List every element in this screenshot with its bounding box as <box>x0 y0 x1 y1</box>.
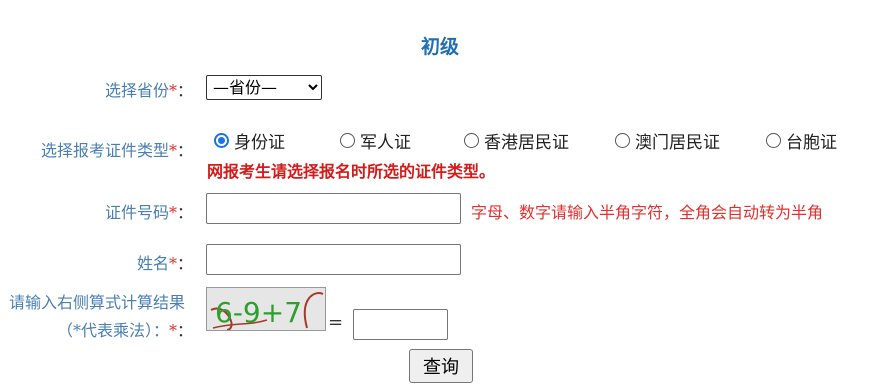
query-button[interactable]: 查询 <box>409 349 473 383</box>
label-colon: ： <box>176 141 193 160</box>
id-type-label-text: 选择报考证件类型 <box>40 141 169 160</box>
captcha-graphic: 6-9+7 <box>210 292 324 331</box>
captcha-label-line2: （*代表乘法）：*： <box>57 317 193 341</box>
radio-circle[interactable] <box>340 133 355 148</box>
label-colon: ： <box>176 321 193 340</box>
required-mark: * <box>168 203 177 222</box>
captcha-image[interactable]: 6-9+7 <box>206 287 326 331</box>
label-colon: ： <box>176 203 193 222</box>
radio-hongkong-id[interactable]: 香港居民证 <box>464 128 569 153</box>
radio-label: 军人证 <box>360 133 411 153</box>
radio-taiwan-id[interactable]: 台胞证 <box>766 128 837 153</box>
id-number-hint: 字母、数字请输入半角字符，全角会自动转为半角 <box>471 203 824 222</box>
radio-circle-checked[interactable] <box>214 133 229 148</box>
required-mark: * <box>168 81 177 100</box>
label-colon: ： <box>176 254 193 273</box>
name-label: 姓名*： <box>137 250 193 274</box>
radio-circle[interactable] <box>464 133 479 148</box>
radio-label: 香港居民证 <box>484 133 569 153</box>
radio-circle[interactable] <box>615 133 630 148</box>
equals-sign: = <box>328 312 344 333</box>
id-number-label: 证件号码*： <box>105 199 193 223</box>
radio-military-id[interactable]: 军人证 <box>340 128 411 153</box>
captcha-label-line2-text: （*代表乘法）： <box>56 321 169 340</box>
id-type-label: 选择报考证件类型*： <box>41 137 193 161</box>
required-mark: * <box>168 254 177 273</box>
page-title: 初级 <box>420 36 459 58</box>
id-number-input[interactable] <box>206 193 461 224</box>
required-mark: * <box>168 141 177 160</box>
required-mark: * <box>168 321 177 340</box>
radio-label: 澳门居民证 <box>635 133 720 153</box>
id-type-warning: 网报考生请选择报名时所选的证件类型。 <box>207 162 496 181</box>
captcha-text: 6-9+7 <box>215 296 302 329</box>
radio-circle[interactable] <box>766 133 781 148</box>
name-input[interactable] <box>206 244 461 275</box>
province-select[interactable]: —省份— <box>206 75 322 100</box>
id-number-label-text: 证件号码 <box>104 203 169 222</box>
label-colon: ： <box>176 81 193 100</box>
name-label-text: 姓名 <box>136 254 169 273</box>
radio-label: 身份证 <box>234 133 285 153</box>
province-label-text: 选择省份 <box>104 81 169 100</box>
radio-macau-id[interactable]: 澳门居民证 <box>615 128 720 153</box>
province-label: 选择省份*： <box>105 77 193 101</box>
captcha-label-line1: 请输入右侧算式计算结果 <box>9 293 186 312</box>
radio-label: 台胞证 <box>786 133 837 153</box>
radio-id-card[interactable]: 身份证 <box>214 128 285 153</box>
captcha-answer-input[interactable] <box>353 309 448 340</box>
